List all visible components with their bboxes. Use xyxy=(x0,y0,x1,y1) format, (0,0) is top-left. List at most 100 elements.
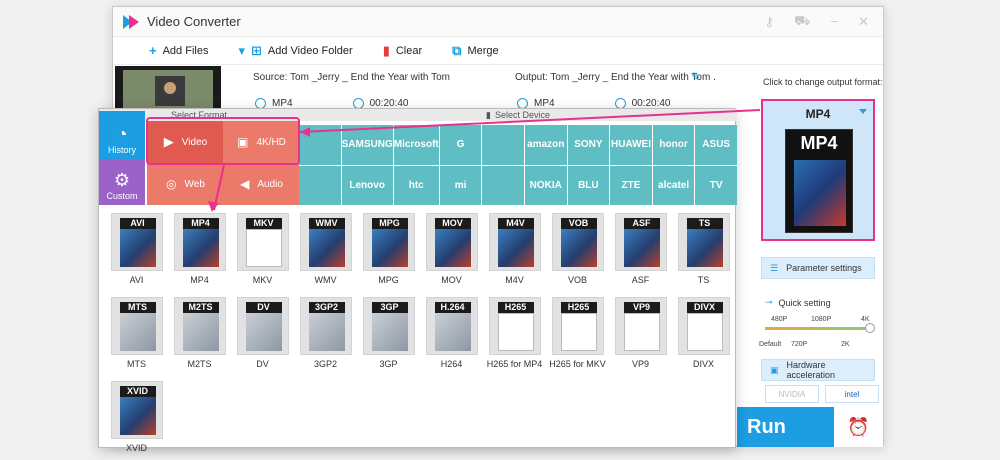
format-art xyxy=(623,229,660,267)
format-badge: DV xyxy=(245,302,282,313)
format-item[interactable]: VP9 VP9 xyxy=(609,297,672,371)
device-brand-18[interactable]: alcatel xyxy=(652,165,695,205)
format-item[interactable]: DV DV xyxy=(231,297,294,371)
hardware-acceleration-button[interactable]: ▣ Hardware acceleration xyxy=(761,359,875,381)
label-2k: 2K xyxy=(841,341,850,348)
device-brand-2[interactable]: Microsoft xyxy=(393,125,439,165)
device-brand-1[interactable]: SAMSUNG xyxy=(341,125,393,165)
format-badge: ASF xyxy=(623,218,660,229)
right-panel: Click to change output format: MP4 MP4 ☰… xyxy=(753,67,883,417)
device-brand-12[interactable]: htc xyxy=(393,165,439,205)
device-brand-10[interactable] xyxy=(299,165,341,205)
device-brand-15[interactable]: NOKIA xyxy=(524,165,567,205)
category-web[interactable]: ◎ Web xyxy=(147,163,224,205)
device-icon: ▮ xyxy=(486,109,491,120)
device-brand-11[interactable]: Lenovo xyxy=(341,165,393,205)
output-format-selector[interactable]: MP4 MP4 xyxy=(761,99,875,241)
format-art xyxy=(686,229,723,267)
format-art xyxy=(371,313,408,351)
format-item[interactable]: TS TS xyxy=(672,213,735,287)
parameter-settings-button[interactable]: ☰ Parameter settings xyxy=(761,257,875,279)
history-tab[interactable]: ◔ History xyxy=(99,111,145,159)
alarm-icon[interactable]: ⏰ xyxy=(834,407,883,447)
quick-setting-text: Quick setting xyxy=(778,297,831,308)
gpu-options: NVIDIA intel xyxy=(765,385,879,403)
format-label: H265 for MP4 xyxy=(486,359,543,369)
format-item[interactable]: H265 H265 for MKV xyxy=(546,297,609,371)
format-item[interactable]: MOV MOV xyxy=(420,213,483,287)
format-icon: 3GP xyxy=(362,297,415,355)
format-art xyxy=(245,313,282,351)
intel-option[interactable]: intel xyxy=(825,385,879,403)
dropdown-icon[interactable]: ▾ xyxy=(238,43,245,59)
format-item[interactable]: MKV MKV xyxy=(231,213,294,287)
mp4-badge: MP4 xyxy=(800,133,838,153)
format-label: MP4 xyxy=(190,275,209,285)
cart-icon[interactable]: ⛟ xyxy=(794,13,810,31)
device-brand-9[interactable]: ASUS xyxy=(695,125,737,165)
device-brand-3[interactable]: G xyxy=(439,125,482,165)
close-button[interactable]: ✕ xyxy=(858,14,869,30)
chip-icon: ▣ xyxy=(770,364,779,375)
folder-plus-icon: ⊞ xyxy=(250,42,262,58)
add-folder-button[interactable]: ▾ ⊞ Add Video Folder xyxy=(238,43,352,59)
device-brand-7[interactable]: HUAWEI xyxy=(610,125,652,165)
format-art xyxy=(182,229,219,267)
format-item[interactable]: MP4 MP4 xyxy=(168,213,231,287)
format-item[interactable]: MTS MTS xyxy=(105,297,168,371)
device-brand-8[interactable]: honor xyxy=(652,125,695,165)
format-badge: MTS xyxy=(119,302,156,313)
format-item[interactable]: WMV WMV xyxy=(294,213,357,287)
format-badge: MP4 xyxy=(182,218,219,229)
custom-tab[interactable]: ⚙ Custom xyxy=(99,159,145,205)
format-label: DV xyxy=(256,359,269,369)
format-badge: WMV xyxy=(308,218,345,229)
quality-slider[interactable] xyxy=(765,327,873,330)
edit-icon[interactable]: ✎ xyxy=(691,70,701,84)
run-button[interactable]: Run xyxy=(737,407,834,447)
format-item[interactable]: 3GP 3GP xyxy=(357,297,420,371)
nvidia-option[interactable]: NVIDIA xyxy=(765,385,819,403)
clear-button[interactable]: ▮ Clear xyxy=(383,43,422,59)
chevron-down-icon xyxy=(859,109,867,114)
format-item[interactable]: MPG MPG xyxy=(357,213,420,287)
label-4k: 4K xyxy=(861,316,870,323)
merge-button[interactable]: ⧉ Merge xyxy=(452,43,498,59)
device-brand-16[interactable]: BLU xyxy=(567,165,610,205)
format-item[interactable]: 3GP2 3GP2 xyxy=(294,297,357,371)
format-art xyxy=(560,229,597,267)
format-item[interactable]: M2TS M2TS xyxy=(168,297,231,371)
format-item[interactable]: DIVX DIVX xyxy=(672,297,735,371)
format-badge: AVI xyxy=(119,218,156,229)
device-brand-13[interactable]: mi xyxy=(439,165,482,205)
device-brand-19[interactable]: TV xyxy=(695,165,737,205)
format-badge: 3GP2 xyxy=(308,302,345,313)
device-brand-5[interactable]: amazon xyxy=(524,125,567,165)
format-art xyxy=(182,313,219,351)
format-item[interactable]: AVI AVI xyxy=(105,213,168,287)
quality-slider-handle[interactable] xyxy=(865,323,875,333)
device-brand-14[interactable] xyxy=(482,165,524,205)
parameter-settings-label: Parameter settings xyxy=(786,263,862,273)
device-brand-4[interactable] xyxy=(482,125,524,165)
key-icon[interactable]: ⚷ xyxy=(765,14,775,30)
device-grid: SAMSUNG Microsoft Gamazon SONY HUAWEI honor AS… xyxy=(299,125,737,205)
device-brand-0[interactable] xyxy=(299,125,341,165)
format-label: XVID xyxy=(125,443,147,453)
category-audio[interactable]: ◀ Audio xyxy=(223,163,300,205)
format-item[interactable]: ASF ASF xyxy=(609,213,672,287)
device-brand-6[interactable]: SONY xyxy=(567,125,610,165)
chrome-icon: ◎ xyxy=(166,177,177,191)
minimize-button[interactable]: − xyxy=(831,14,839,29)
format-item[interactable]: H.264 H264 xyxy=(420,297,483,371)
device-brand-17[interactable]: ZTE xyxy=(610,165,652,205)
format-item[interactable]: XVID XVID xyxy=(105,381,168,455)
add-files-button[interactable]: + Add Files xyxy=(149,43,208,58)
format-item[interactable]: H265 H265 for MP4 xyxy=(483,297,546,371)
history-icon: ◔ xyxy=(116,124,128,144)
format-art xyxy=(308,229,345,267)
format-item[interactable]: M4V M4V xyxy=(483,213,546,287)
format-item[interactable]: VOB VOB xyxy=(546,213,609,287)
format-icon: H265 xyxy=(551,297,604,355)
clear-label: Clear xyxy=(395,44,423,57)
